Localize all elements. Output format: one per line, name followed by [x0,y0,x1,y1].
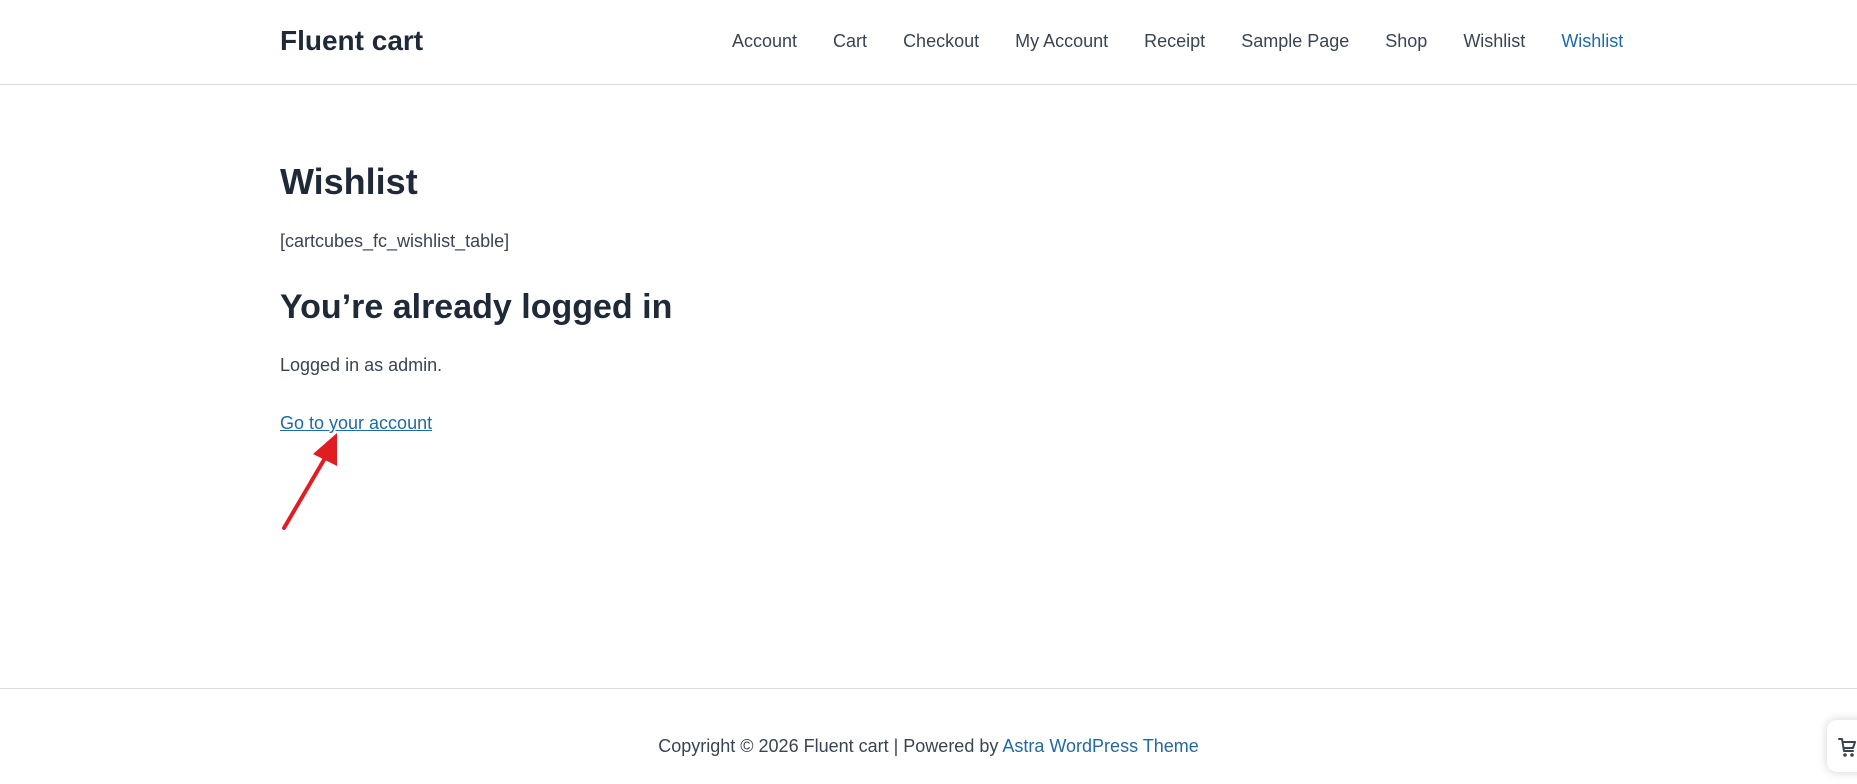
nav-item-wishlist-active[interactable]: Wishlist [1561,28,1623,54]
page-title: Wishlist [280,161,418,202]
primary-navigation: Account Cart Checkout My Account Receipt… [732,28,1623,54]
logged-in-message: Logged in as admin. [280,355,443,375]
nav-item-cart[interactable]: Cart [833,28,867,54]
floating-cart-button[interactable] [1827,720,1857,772]
site-footer: Copyright © 2026 Fluent cart | Powered b… [0,688,1857,784]
nav-item-account[interactable]: Account [732,28,797,54]
astra-theme-link[interactable]: Astra WordPress Theme [1002,736,1198,756]
arrow-icon [282,433,337,530]
site-title[interactable]: Fluent cart [280,22,423,60]
copyright-text: Copyright © 2026 Fluent cart | Powered b… [658,736,1003,756]
site-header: Fluent cart Account Cart Checkout My Acc… [0,0,1857,85]
nav-item-sample-page[interactable]: Sample Page [1241,28,1349,54]
nav-item-my-account[interactable]: My Account [1015,28,1108,54]
nav-item-receipt[interactable]: Receipt [1144,28,1205,54]
nav-item-shop[interactable]: Shop [1385,28,1427,54]
wishlist-shortcode-text: [cartcubes_fc_wishlist_table] [280,231,510,251]
cart-icon [1838,738,1856,757]
nav-item-checkout[interactable]: Checkout [903,28,979,54]
footer-copyright: Copyright © 2026 Fluent cart | Powered b… [0,733,1857,759]
nav-item-wishlist[interactable]: Wishlist [1463,28,1525,54]
logged-in-heading: You’re already logged in [280,288,673,326]
